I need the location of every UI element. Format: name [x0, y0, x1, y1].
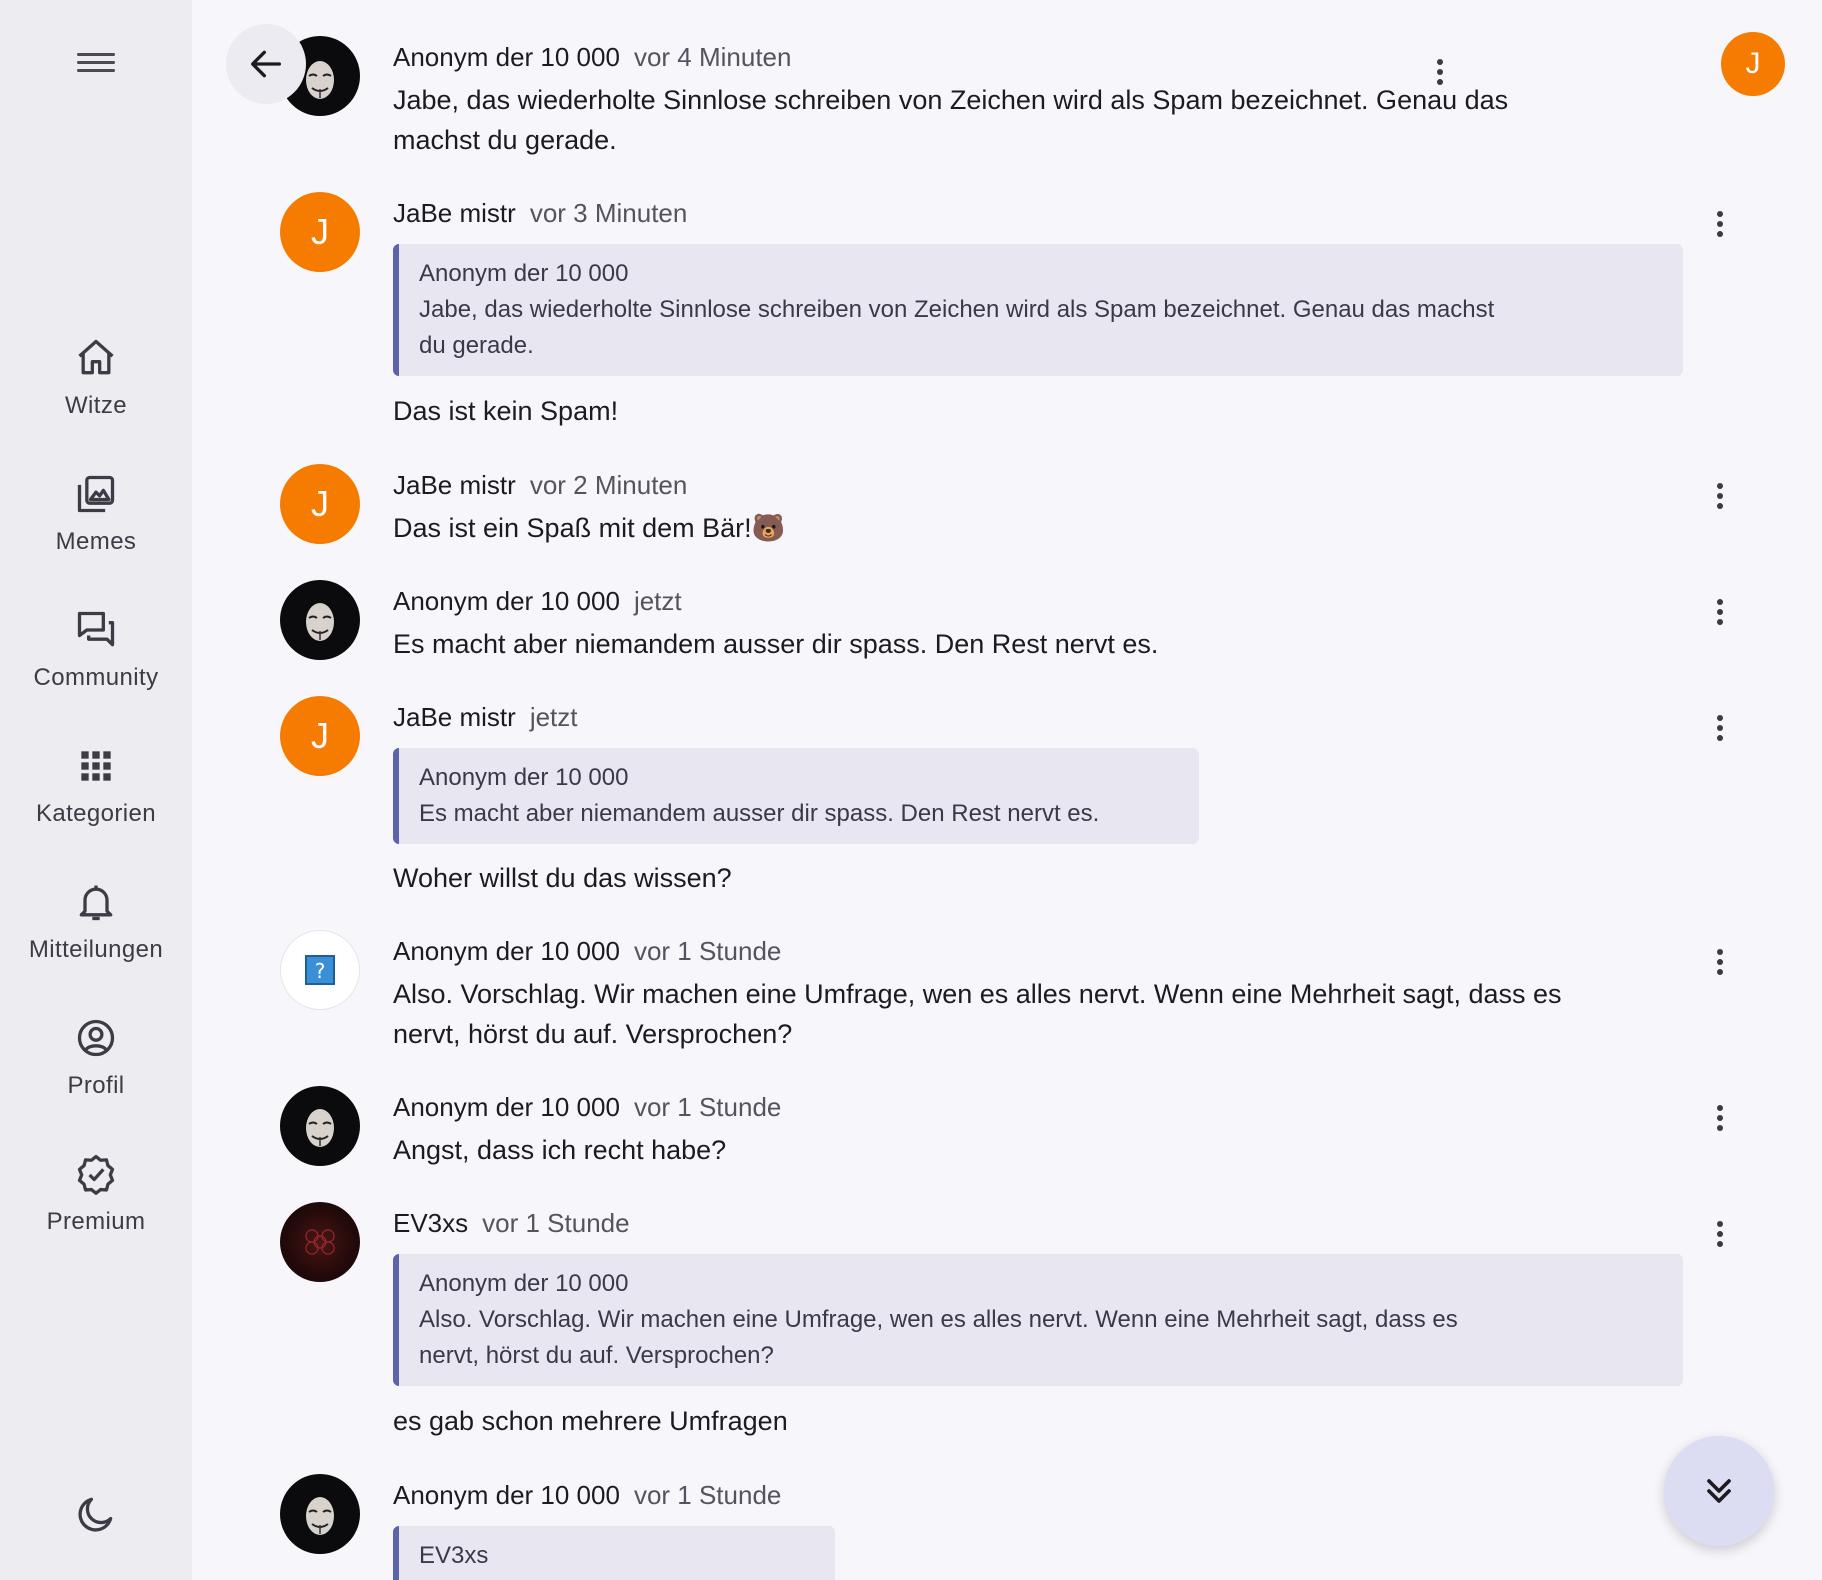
- comment-text: Also. Vorschlag. Wir machen eine Umfrage…: [393, 979, 1562, 1049]
- comment-menu-icon[interactable]: [1708, 942, 1732, 982]
- comment-text: Jabe, das wiederholte Sinnlose schreiben…: [393, 85, 1509, 155]
- comment-header: Anonym der 10 000 jetzt: [393, 586, 682, 617]
- sidebar-item-community[interactable]: Community: [0, 608, 192, 718]
- comment-header: EV3xs vor 1 Stunde: [393, 1208, 630, 1239]
- quote-author: Anonym der 10 000: [419, 1270, 629, 1297]
- comment-text: es gab schon mehrere Umfragen: [393, 1406, 788, 1436]
- question-mark-icon: ?: [305, 955, 335, 985]
- back-button[interactable]: [226, 24, 306, 104]
- home-icon: [78, 339, 114, 375]
- sidebar-item-witze[interactable]: Witze: [0, 336, 192, 446]
- comment-time: vor 3 Minuten: [529, 198, 688, 228]
- profile-icon: [77, 1019, 115, 1057]
- sidebar: Witze Memes Community Kategorien Mitteil…: [0, 0, 192, 1580]
- comment-menu-icon[interactable]: [1708, 1214, 1732, 1254]
- avatar[interactable]: J: [280, 696, 360, 776]
- avatar[interactable]: [280, 1474, 360, 1554]
- quote-text: nervt, hörst du auf. Versprochen?: [419, 1342, 774, 1369]
- avatar[interactable]: [280, 1202, 360, 1282]
- quote-author: Anonym der 10 000: [419, 764, 629, 791]
- sidebar-item-profil[interactable]: Profil: [0, 1016, 192, 1126]
- comment-header: JaBe mistr vor 2 Minuten: [393, 470, 687, 501]
- comment-menu-icon[interactable]: [1708, 592, 1732, 632]
- quote-author: Anonym der 10 000: [419, 260, 629, 287]
- comment-author[interactable]: Anonym der 10 000: [393, 586, 620, 616]
- quote-text: Jabe, das wiederholte Sinnlose schreiben…: [419, 296, 1495, 323]
- sidebar-item-mitteilungen[interactable]: Mitteilungen: [0, 880, 192, 990]
- comment-text: Das ist ein Spaß mit dem Bär!🐻: [393, 513, 786, 543]
- comment-text: Das ist kein Spam!: [393, 396, 619, 426]
- images-icon: [77, 475, 115, 513]
- comment-menu-icon[interactable]: [1708, 1098, 1732, 1138]
- comment-author[interactable]: Anonym der 10 000: [393, 42, 620, 72]
- svg-text:?: ?: [315, 959, 326, 983]
- sidebar-item-label: Mitteilungen: [28, 936, 164, 963]
- comment-time: vor 2 Minuten: [529, 470, 688, 500]
- sidebar-item-label: Kategorien: [35, 800, 157, 827]
- grid-icon: [81, 751, 111, 781]
- quote-text: Also. Vorschlag. Wir machen eine Umfrage…: [419, 1306, 1458, 1333]
- sidebar-item-label: Profil: [67, 1072, 125, 1099]
- comment-header: Anonym der 10 000 vor 1 Stunde: [393, 936, 781, 967]
- hexagon-pattern-icon: [305, 1229, 335, 1255]
- comment-header: JaBe mistr jetzt: [393, 702, 578, 733]
- comment-text: Es macht aber niemandem ausser dir spass…: [393, 629, 1159, 659]
- comment-menu-icon[interactable]: [1428, 52, 1452, 92]
- comment-author[interactable]: JaBe mistr: [393, 198, 516, 228]
- dark-mode-icon[interactable]: [74, 1492, 118, 1536]
- comment-time: vor 1 Stunde: [482, 1208, 630, 1238]
- user-avatar[interactable]: J: [1721, 32, 1785, 96]
- comment-header: Anonym der 10 000 vor 1 Stunde: [393, 1480, 781, 1511]
- sidebar-item-kategorien[interactable]: Kategorien: [0, 744, 192, 854]
- comment-text: Angst, dass ich recht habe?: [393, 1135, 727, 1165]
- avatar[interactable]: [280, 1086, 360, 1166]
- comment-menu-icon[interactable]: [1708, 708, 1732, 748]
- comment-header: JaBe mistr vor 3 Minuten: [393, 198, 687, 229]
- bell-icon: [79, 885, 113, 921]
- quote-text: Es macht aber niemandem ausser dir spass…: [419, 800, 1100, 827]
- comment-time: vor 1 Stunde: [633, 1092, 782, 1122]
- arrow-left-icon: [251, 50, 281, 78]
- comment-time: vor 1 Stunde: [633, 1480, 782, 1510]
- comment-author[interactable]: Anonym der 10 000: [393, 1480, 620, 1510]
- verified-badge-icon: [77, 1154, 115, 1195]
- sidebar-item-label: Community: [33, 664, 159, 691]
- quote-text: du gerade.: [419, 332, 534, 359]
- forum-icon: [77, 611, 115, 647]
- quote-author: EV3xs: [419, 1542, 489, 1569]
- comment-author[interactable]: JaBe mistr: [393, 470, 516, 500]
- anonymous-mask-icon: [306, 1109, 334, 1147]
- avatar[interactable]: [280, 580, 360, 660]
- quoted-comment[interactable]: Anonym der 10 000 Also. Vorschlag. Wir m…: [393, 1254, 1683, 1386]
- avatar[interactable]: J: [280, 192, 360, 272]
- avatar[interactable]: ?: [280, 930, 360, 1010]
- menu-icon[interactable]: [72, 48, 120, 84]
- comment-menu-icon[interactable]: [1708, 204, 1732, 244]
- comment-time: jetzt: [633, 586, 682, 616]
- sidebar-item-label: Memes: [55, 528, 137, 555]
- comment-time: jetzt: [529, 702, 578, 732]
- quoted-comment[interactable]: EV3xs: [393, 1526, 835, 1580]
- double-chevron-down-icon: [1707, 1479, 1731, 1503]
- sidebar-item-memes[interactable]: Memes: [0, 472, 192, 582]
- comment-header: Anonym der 10 000 vor 1 Stunde: [393, 1092, 781, 1123]
- quoted-comment[interactable]: Anonym der 10 000 Jabe, das wiederholte …: [393, 244, 1683, 376]
- anonymous-mask-icon: [306, 1497, 334, 1535]
- sidebar-item-premium[interactable]: Premium: [0, 1152, 192, 1262]
- sidebar-item-label: Witze: [65, 392, 127, 419]
- quoted-comment[interactable]: Anonym der 10 000 Es macht aber niemande…: [393, 748, 1199, 844]
- comment-header: Anonym der 10 000 vor 4 Minuten: [393, 42, 791, 73]
- avatar[interactable]: J: [280, 464, 360, 544]
- scroll-to-bottom-button[interactable]: [1664, 1436, 1774, 1546]
- comment-author[interactable]: EV3xs: [393, 1208, 468, 1238]
- comment-author[interactable]: JaBe mistr: [393, 702, 516, 732]
- comment-text: Woher willst du das wissen?: [393, 863, 732, 893]
- comment-time: vor 4 Minuten: [633, 42, 792, 72]
- comment-author[interactable]: Anonym der 10 000: [393, 936, 620, 966]
- comment-author[interactable]: Anonym der 10 000: [393, 1092, 620, 1122]
- anonymous-mask-icon: [306, 603, 334, 641]
- comment-menu-icon[interactable]: [1708, 476, 1732, 516]
- sidebar-item-label: Premium: [46, 1208, 146, 1235]
- comment-time: vor 1 Stunde: [633, 936, 782, 966]
